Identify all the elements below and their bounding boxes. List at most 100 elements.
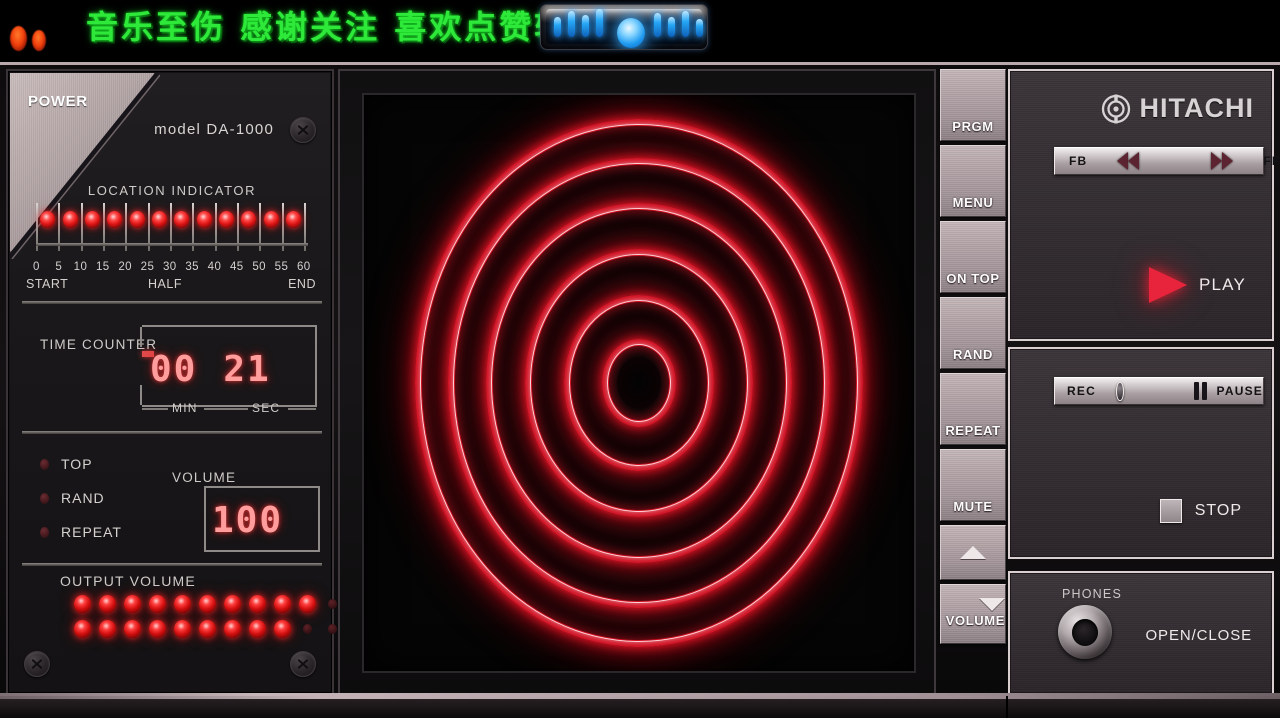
mode-row-top[interactable]: TOP bbox=[40, 456, 93, 472]
location-led bbox=[174, 211, 190, 228]
open-close-button[interactable]: OPEN/CLOSE bbox=[1145, 627, 1252, 644]
device-base bbox=[0, 696, 1280, 718]
location-rail bbox=[36, 243, 308, 246]
time-unit-sec: SEC bbox=[252, 401, 281, 415]
button-volume-up[interactable] bbox=[940, 525, 1006, 580]
power-label: POWER bbox=[28, 93, 88, 110]
brand-logo: HITACHI bbox=[1101, 93, 1255, 124]
rec-label: REC bbox=[1067, 384, 1096, 398]
button-prgm[interactable]: PRGM bbox=[940, 69, 1006, 141]
location-led bbox=[84, 211, 100, 228]
output-volume-led bbox=[174, 620, 191, 638]
brand-name: HITACHI bbox=[1139, 93, 1254, 123]
location-led bbox=[241, 211, 257, 228]
phones-section: PHONES OPEN/CLOSE bbox=[1008, 571, 1274, 695]
ring-center-core bbox=[617, 357, 661, 409]
location-led bbox=[62, 211, 78, 228]
location-led bbox=[107, 211, 123, 228]
transport-section: HITACHI FB FF PLAY bbox=[1008, 69, 1279, 341]
mode-led-repeat-icon bbox=[40, 526, 49, 538]
output-volume-led bbox=[249, 620, 266, 638]
button-repeat[interactable]: REPEAT bbox=[940, 373, 1006, 445]
location-led bbox=[285, 211, 301, 228]
audio-visualizer-widget[interactable] bbox=[540, 4, 708, 50]
play-icon bbox=[1148, 267, 1187, 303]
time-counter-seconds: 21 bbox=[223, 349, 271, 390]
visualizer-bar-1 bbox=[568, 11, 575, 37]
mode-label-repeat: REPEAT bbox=[61, 524, 122, 540]
button-volume-down[interactable]: VOLUME bbox=[940, 584, 1006, 644]
base-highlight bbox=[0, 696, 1280, 699]
output-volume-led bbox=[224, 620, 241, 638]
left-panel-face: POWER model DA-1000 LOCATION INDICATOR 0… bbox=[10, 73, 362, 691]
visualizer-screen[interactable] bbox=[362, 93, 916, 673]
right-control-panel: HITACHI FB FF PLAY REC PAUSE STOP PHONES… bbox=[1008, 69, 1279, 695]
mode-row-repeat[interactable]: REPEAT bbox=[40, 524, 122, 540]
divider-middle bbox=[22, 431, 322, 434]
location-led bbox=[196, 211, 212, 228]
location-caption-end: END bbox=[288, 277, 316, 291]
fb-label: FB bbox=[1069, 154, 1088, 168]
visualizer-bar-2 bbox=[582, 15, 589, 37]
visualizer-bar-7 bbox=[696, 19, 703, 37]
location-led bbox=[151, 211, 167, 228]
output-volume-led bbox=[224, 595, 241, 613]
phones-jack-icon[interactable] bbox=[1058, 605, 1112, 659]
output-volume-led bbox=[124, 620, 141, 638]
output-volume-led bbox=[303, 624, 312, 634]
output-volume-led bbox=[274, 595, 291, 613]
left-control-panel: POWER model DA-1000 LOCATION INDICATOR 0… bbox=[6, 69, 362, 695]
fast-forward-icon[interactable] bbox=[1211, 152, 1234, 170]
output-volume-led bbox=[199, 620, 216, 638]
time-counter-digits: 00 21 bbox=[150, 349, 271, 390]
mode-row-rand[interactable]: RAND bbox=[40, 490, 105, 506]
visualizer-bar-4 bbox=[654, 13, 661, 37]
play-label: PLAY bbox=[1198, 275, 1246, 294]
location-scale-number: 20 bbox=[118, 261, 132, 273]
chevron-up-icon bbox=[960, 546, 986, 559]
visualizer-bar-6 bbox=[682, 11, 689, 37]
time-counter: TIME COUNTER 00 21 MIN SEC bbox=[24, 323, 320, 423]
location-led bbox=[218, 211, 234, 228]
hitachi-mark-icon bbox=[1101, 94, 1130, 123]
button-rand[interactable]: RAND bbox=[940, 297, 1006, 369]
location-led-array bbox=[36, 211, 308, 233]
indicator-dot-left bbox=[10, 26, 27, 51]
play-button[interactable]: PLAY bbox=[1148, 267, 1246, 303]
location-indicator-title: LOCATION INDICATOR bbox=[87, 183, 257, 198]
button-mute[interactable]: MUTE bbox=[940, 449, 1006, 521]
stop-label: STOP bbox=[1194, 502, 1242, 519]
rec-knob-icon[interactable] bbox=[1115, 381, 1124, 401]
button-label: RAND bbox=[953, 347, 993, 362]
visualizer-orb-icon bbox=[617, 18, 645, 48]
location-led bbox=[263, 211, 279, 228]
output-volume-led bbox=[124, 595, 141, 613]
stop-button[interactable]: STOP bbox=[1159, 499, 1242, 523]
rewind-icon[interactable] bbox=[1117, 152, 1140, 170]
visualizer-bar-5 bbox=[668, 17, 675, 37]
button-menu[interactable]: MENU bbox=[940, 145, 1006, 217]
ff-label: FF bbox=[1263, 154, 1280, 168]
stop-icon bbox=[1159, 499, 1182, 523]
button-label: VOLUME bbox=[945, 613, 1005, 628]
button-on-top[interactable]: ON TOP bbox=[940, 221, 1006, 293]
location-scale-number: 35 bbox=[185, 261, 199, 273]
pause-icon[interactable] bbox=[1193, 382, 1207, 400]
location-scale-number: 40 bbox=[207, 261, 222, 273]
location-led bbox=[40, 211, 56, 228]
button-label: PRGM bbox=[952, 119, 994, 134]
fb-ff-slider[interactable]: FB FF bbox=[1054, 147, 1279, 175]
location-caption-start: START bbox=[26, 277, 69, 291]
banner-marquee-text: 音乐至伤 感谢关注 喜欢点赞转发 bbox=[86, 8, 605, 46]
output-volume-label: OUTPUT VOLUME bbox=[60, 573, 196, 589]
rec-pause-slider[interactable]: REC PAUSE bbox=[1054, 377, 1264, 405]
location-scale-numbers: 0 5 10 15 20 25 30 35 40 45 50 55 60 bbox=[24, 261, 320, 277]
indicator-dot-right bbox=[32, 30, 46, 51]
location-scale-number: 25 bbox=[140, 261, 155, 273]
volume-display-value: 100 bbox=[212, 500, 284, 541]
output-volume-led bbox=[299, 595, 316, 613]
screw-icon-bottom-right bbox=[290, 651, 316, 677]
divider-upper bbox=[22, 301, 322, 304]
location-scale-number: 10 bbox=[73, 261, 88, 273]
output-volume-led bbox=[199, 595, 216, 613]
